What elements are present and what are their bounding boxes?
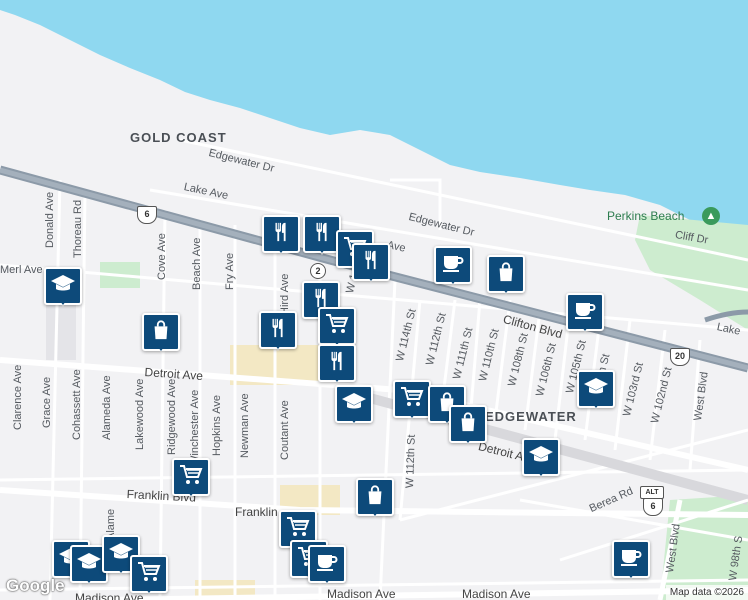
poi-marker-restaurant[interactable] — [352, 243, 390, 287]
street-label-ridgewood-ave: Ridgewood Ave — [166, 378, 178, 455]
graduation-cap-icon — [341, 391, 367, 418]
state-route-2-shield: 2 — [310, 263, 326, 279]
map-data-attribution: Map data ©2026 — [665, 585, 748, 600]
cup-icon — [619, 546, 643, 573]
graduation-cap-icon — [583, 376, 609, 403]
poi-marker-school[interactable] — [335, 385, 373, 429]
street-label-newman-ave: Newman Ave — [239, 393, 251, 458]
cup-icon — [573, 299, 597, 326]
street-label-hird-ave: Hird Ave — [279, 273, 291, 315]
poi-marker-store[interactable] — [487, 255, 525, 299]
alt-route-shield: ALT — [640, 486, 664, 499]
poi-marker-cafe[interactable] — [612, 540, 650, 584]
poi-marker-cafe[interactable] — [566, 293, 604, 337]
poi-marker-cafe[interactable] — [308, 545, 346, 589]
map-canvas[interactable]: GOLD COAST EDGEWATER Perkins Beach ▲ Edg… — [0, 0, 748, 600]
us-route-6-shield-2: 6 — [643, 498, 663, 516]
cart-icon — [286, 516, 310, 543]
bag-icon — [457, 411, 479, 438]
street-label-grace-ave: Grace Ave — [41, 376, 53, 428]
street-label-madison-ave-3: Madison Ave — [462, 587, 531, 600]
street-label-lakewood-ave: Lakewood Ave — [134, 378, 146, 450]
cup-icon — [315, 551, 339, 578]
fork-knife-icon — [326, 350, 348, 377]
poi-marker-restaurant[interactable] — [259, 311, 297, 355]
bag-icon — [495, 261, 517, 288]
google-logo: Google — [6, 576, 65, 595]
cart-icon — [400, 386, 424, 413]
poi-marker-store[interactable] — [449, 405, 487, 449]
street-label-w112-b: W 112th St — [404, 434, 418, 489]
bag-icon — [150, 319, 172, 346]
fork-knife-icon — [267, 317, 289, 344]
poi-marker-school[interactable] — [44, 267, 82, 311]
poi-marker-store[interactable] — [142, 313, 180, 357]
street-label-coutant-ave: Coutant Ave — [279, 400, 291, 460]
street-label-fry-ave: Fry Ave — [224, 252, 236, 290]
cart-icon — [137, 561, 161, 588]
street-label-cohassett-ave: Cohassett Ave — [71, 369, 83, 440]
graduation-cap-icon — [76, 551, 102, 578]
area-label-edgewater: EDGEWATER — [485, 409, 577, 424]
poi-marker-restaurant[interactable] — [262, 215, 300, 259]
bag-icon — [364, 484, 386, 511]
us-route-6-shield: 6 — [137, 206, 157, 224]
area-label-gold-coast: GOLD COAST — [130, 130, 227, 145]
us-route-20-shield: 20 — [670, 348, 690, 366]
street-label-merl-ave: Merl Ave — [0, 264, 43, 276]
street-label-winchester-ave: Winchester Ave — [189, 389, 201, 466]
park-label-perkins-beach: Perkins Beach — [607, 209, 685, 223]
poi-marker-school[interactable] — [577, 370, 615, 414]
poi-marker-shopping[interactable] — [130, 555, 168, 599]
fork-knife-icon — [360, 249, 382, 276]
street-label-franklin-blvd-2: Franklin — [235, 505, 278, 519]
poi-marker-shopping[interactable] — [172, 458, 210, 502]
street-label-madison-ave-2: Madison Ave — [327, 587, 396, 600]
street-label-thoreau-rd: Thoreau Rd — [72, 199, 84, 258]
poi-marker-restaurant[interactable] — [318, 344, 356, 388]
street-label-cove-ave: Cove Ave — [156, 233, 168, 280]
poi-marker-shopping[interactable] — [393, 380, 431, 424]
cart-icon — [325, 313, 349, 340]
graduation-cap-icon — [50, 273, 76, 300]
fork-knife-icon — [270, 221, 292, 248]
street-label-alameda-ave: Alameda Ave — [101, 375, 113, 440]
street-label-hopkins-ave: Hopkins Ave — [211, 395, 223, 456]
graduation-cap-icon — [528, 444, 554, 471]
poi-marker-cafe[interactable] — [434, 246, 472, 290]
street-label-clarence-ave: Clarence Ave — [12, 364, 24, 430]
poi-marker-store[interactable] — [356, 478, 394, 522]
fork-knife-icon — [311, 221, 333, 248]
cup-icon — [441, 252, 465, 279]
poi-marker-school[interactable] — [522, 438, 560, 482]
cart-icon — [179, 464, 203, 491]
street-label-donald-ave: Donald Ave — [44, 191, 56, 248]
street-label-beach-ave: Beach Ave — [191, 237, 203, 290]
park-tree-icon: ▲ — [702, 207, 720, 225]
